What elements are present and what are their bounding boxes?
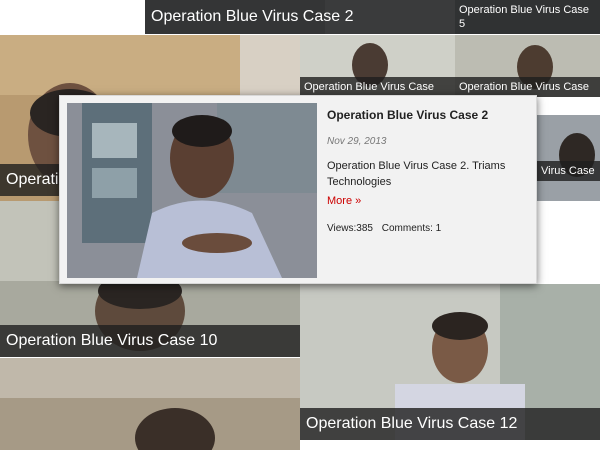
video-tile-right-3[interactable]: Virus Case	[537, 115, 600, 201]
tile-caption: Operation Blue Virus Case 10	[0, 325, 300, 357]
video-thumbnail	[537, 115, 600, 201]
popup-date: Nov 29, 2013	[327, 136, 387, 147]
comments-count: Comments: 1	[381, 223, 442, 234]
video-tile-case-12[interactable]: Operation Blue Virus Case 12	[300, 284, 600, 440]
popup-description: Operation Blue Virus Case 2. Triams Tech…	[327, 160, 506, 188]
popup-title[interactable]: Operation Blue Virus Case 2	[327, 108, 488, 122]
video-tile-bottom-left[interactable]	[0, 358, 300, 450]
video-tile-case-5[interactable]: Operation Blue Virus Case 5	[455, 0, 600, 34]
video-tile-right-1[interactable]: Operation Blue Virus Case	[300, 35, 455, 97]
tile-caption: Virus Case	[537, 161, 600, 181]
video-preview-popup: Operation Blue Virus Case 2 Nov 29, 2013…	[59, 95, 537, 284]
views-count: Views:385	[327, 223, 373, 234]
tile-caption: Operation Blue Virus Case 12	[300, 408, 600, 440]
popup-stats: Views:385 Comments: 1	[327, 223, 447, 234]
popup-thumbnail[interactable]	[67, 103, 317, 278]
tile-caption: Operation Blue Virus Case	[455, 77, 600, 97]
video-tile-case-2[interactable]: Operation Blue Virus Case 2	[145, 0, 455, 34]
tile-caption: Operation Blue Virus Case 2	[145, 0, 455, 34]
more-link[interactable]: More »	[327, 195, 361, 207]
tile-caption: Operation Blue Virus Case	[300, 77, 455, 97]
video-thumbnail	[0, 358, 300, 450]
video-tile-right-2[interactable]: Operation Blue Virus Case	[455, 35, 600, 97]
popup-video-image	[67, 103, 317, 278]
tile-caption: Operation Blue Virus Case 5	[455, 0, 600, 34]
